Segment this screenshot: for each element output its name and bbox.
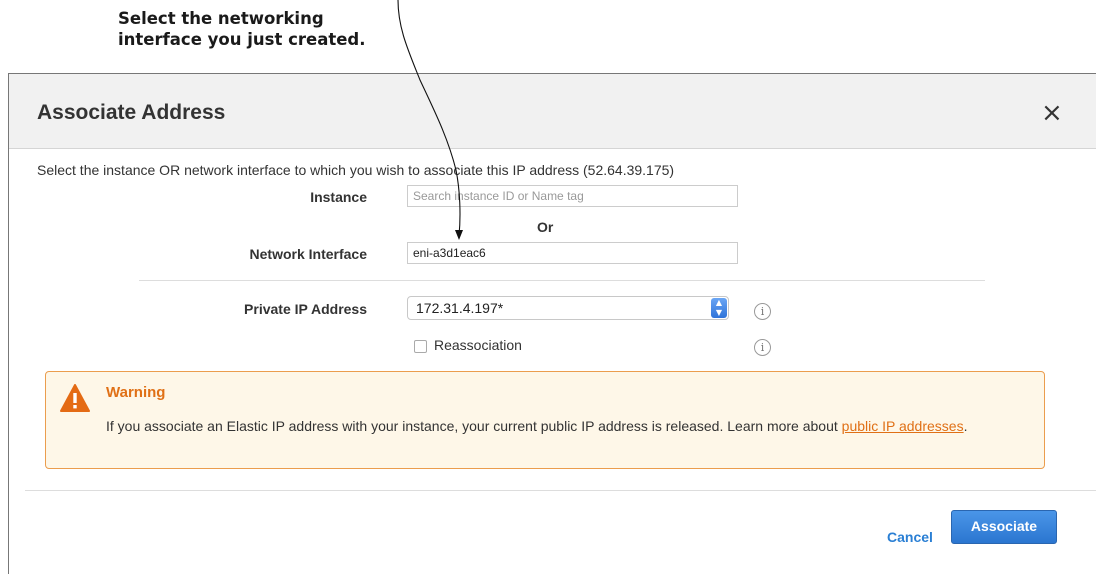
- dialog-intro: Select the instance OR network interface…: [37, 162, 675, 178]
- instance-label: Instance: [310, 189, 367, 205]
- footer-divider: [25, 490, 1096, 491]
- associate-address-dialog: Associate Address × Select the instance …: [8, 73, 1096, 574]
- private-ip-label: Private IP Address: [244, 301, 367, 317]
- warning-text: If you associate an Elastic IP address w…: [106, 416, 1026, 437]
- dialog-title: Associate Address: [37, 101, 226, 124]
- associate-button[interactable]: Associate: [951, 510, 1057, 544]
- select-arrows-icon: ▲ ▼: [711, 298, 727, 318]
- form-divider: [139, 280, 985, 281]
- warning-body: If you associate an Elastic IP address w…: [106, 418, 842, 434]
- annotation-callout: Select the networking interface you just…: [118, 8, 418, 50]
- info-icon[interactable]: i: [754, 303, 771, 320]
- public-ip-addresses-link[interactable]: public IP addresses: [842, 418, 964, 434]
- or-label: Or: [537, 219, 554, 235]
- annotation-line-2: interface you just created.: [118, 30, 366, 49]
- reassociation-label: Reassociation: [434, 337, 522, 353]
- network-interface-label: Network Interface: [249, 246, 367, 262]
- annotation-line-1: Select the networking: [118, 9, 324, 28]
- private-ip-select[interactable]: 172.31.4.197* ▲ ▼: [407, 296, 729, 320]
- reassociation-checkbox[interactable]: [414, 340, 427, 353]
- warning-alert: Warning If you associate an Elastic IP a…: [45, 371, 1045, 469]
- private-ip-value: 172.31.4.197*: [416, 300, 504, 316]
- instance-search-input[interactable]: [407, 185, 738, 207]
- cancel-button[interactable]: Cancel: [887, 529, 933, 545]
- dialog-header: Associate Address ×: [9, 74, 1096, 149]
- info-icon[interactable]: i: [754, 339, 771, 356]
- warning-period: .: [963, 418, 968, 434]
- warning-title: Warning: [106, 384, 166, 401]
- warning-triangle-icon: [60, 384, 90, 412]
- close-icon[interactable]: ×: [1041, 98, 1063, 128]
- network-interface-input[interactable]: [407, 242, 738, 264]
